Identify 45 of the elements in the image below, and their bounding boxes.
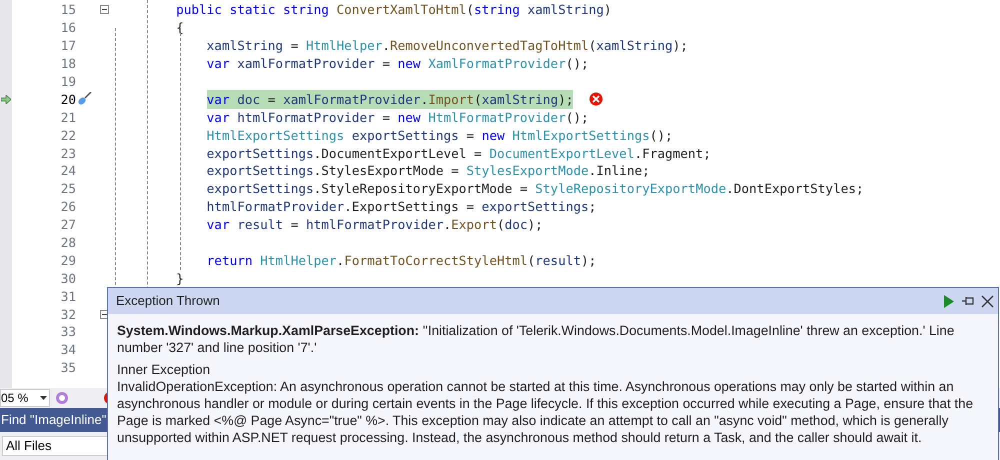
- line-number: 17: [60, 37, 76, 56]
- code-line: var htmlFormatProvider = new HtmlFormatProvider();: [206, 108, 589, 127]
- line-number: 15: [60, 1, 76, 20]
- play-icon[interactable]: [943, 294, 955, 308]
- code-line: exportSettings.StyleRepositoryExportMode = StyleRepositoryExportMode.DontExportStyles;: [206, 180, 864, 198]
- line-number: 28: [60, 234, 76, 252]
- zoom-dropdown[interactable]: 05 %: [0, 389, 50, 407]
- code-line: return HtmlHelper.FormatToCorrectStyleHtml(result);: [206, 252, 596, 270]
- code-line: public static string ConvertXamlToHtml(string xamlString): [176, 1, 612, 20]
- popup-title: Exception Thrown: [116, 292, 220, 310]
- error-icon: [589, 92, 604, 106]
- collapse-icon[interactable]: [100, 5, 109, 14]
- line-number: 35: [60, 359, 76, 378]
- line-number: 34: [60, 341, 76, 360]
- line-number: 27: [60, 216, 76, 234]
- pin-icon[interactable]: [961, 295, 975, 307]
- line-number: 29: [60, 252, 76, 270]
- line-number: 21: [60, 108, 76, 127]
- line-number: 20: [60, 90, 76, 109]
- close-icon[interactable]: [981, 294, 994, 308]
- line-number: 26: [60, 198, 76, 216]
- line-number: 30: [60, 270, 76, 288]
- code-line: htmlFormatProvider.ExportSettings = exportSettings;: [206, 198, 596, 216]
- code-line: exportSettings.StylesExportMode = StylesExportMode.Inline;: [206, 162, 650, 180]
- code-line: }: [176, 270, 184, 288]
- code-line: exportSettings.DocumentExportLevel = DocumentExportLevel.Fragment;: [206, 144, 711, 163]
- code-line: var result = htmlFormatProvider.Export(doc);: [206, 216, 543, 234]
- line-number: 31: [60, 288, 76, 306]
- code-line: var xamlFormatProvider = new XamlFormatProvider();: [206, 55, 589, 74]
- line-number: 18: [60, 55, 76, 74]
- brush-icon: [76, 92, 92, 106]
- line-number: 16: [60, 19, 76, 38]
- code-line: HtmlExportSettings exportSettings = new HtmlExportSettings();: [206, 126, 673, 145]
- line-number: 33: [60, 323, 76, 342]
- line-number: 24: [60, 162, 76, 180]
- exception-message: System.Windows.Markup.XamlParseException: ''Initialization of 'Telerik.Windows.Documents.Model.ImageInline' threw an exception.' Line number '327' and line position '7'.': [117, 322, 956, 356]
- code-line: xamlString = HtmlHelper.RemoveUnconvertedTagToHtml(xamlString);: [206, 37, 688, 56]
- inner-exception-heading: Inner Exception: [117, 361, 212, 378]
- line-number: 19: [60, 72, 76, 91]
- line-number: 22: [60, 126, 76, 145]
- line-number: 25: [60, 180, 76, 198]
- line-number: 23: [60, 144, 76, 163]
- collapse-icon[interactable]: [100, 310, 109, 319]
- line-number: 32: [60, 306, 76, 324]
- dropdown-arrow-icon: [40, 396, 47, 400]
